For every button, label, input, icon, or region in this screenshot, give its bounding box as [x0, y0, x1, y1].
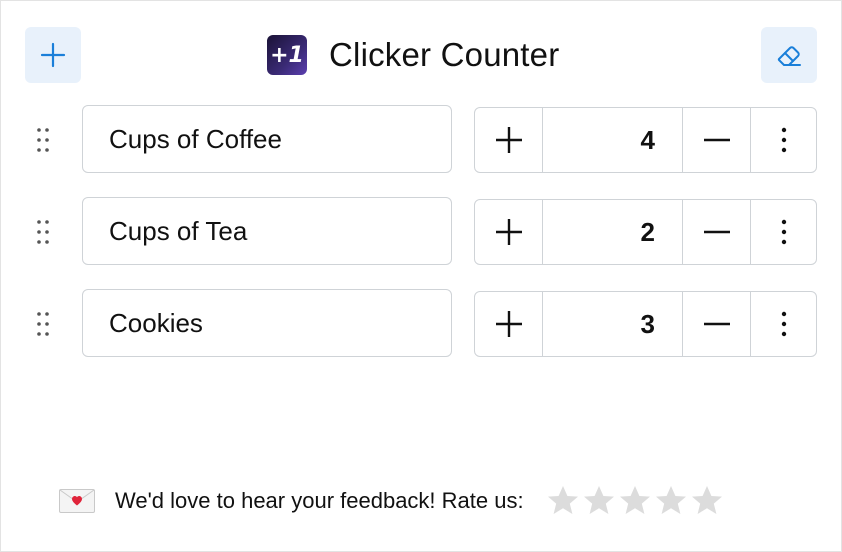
counter-row: Cups of Coffee 4 [1, 105, 841, 175]
star-icon[interactable] [582, 484, 616, 518]
plus-icon [495, 311, 522, 337]
clear-button[interactable] [761, 27, 817, 83]
decrement-button[interactable] [683, 200, 751, 264]
counter-control: 2 [474, 199, 817, 265]
app-logo-text: +1 [270, 42, 304, 68]
drag-handle-icon[interactable] [35, 311, 51, 337]
app-logo: +1 [267, 35, 307, 75]
minus-icon [703, 322, 730, 326]
star-icon[interactable] [546, 484, 580, 518]
increment-button[interactable] [475, 108, 543, 172]
feedback-bar: We'd love to hear your feedback! Rate us… [59, 481, 726, 521]
app-header: +1 Clicker Counter [267, 34, 559, 76]
decrement-button[interactable] [683, 292, 751, 356]
feedback-text: We'd love to hear your feedback! Rate us… [115, 488, 524, 513]
decrement-button[interactable] [683, 108, 751, 172]
counter-value: 3 [543, 292, 683, 356]
counter-row: Cookies 3 [1, 289, 841, 359]
increment-button[interactable] [475, 292, 543, 356]
counter-name-input[interactable]: Cookies [82, 289, 452, 357]
more-options-button[interactable] [751, 108, 816, 172]
love-letter-icon [59, 489, 95, 513]
minus-icon [703, 138, 730, 142]
counter-name-input[interactable]: Cups of Coffee [82, 105, 452, 173]
counter-control: 3 [474, 291, 817, 357]
counter-row: Cups of Tea 2 [1, 197, 841, 267]
increment-button[interactable] [475, 200, 543, 264]
minus-icon [703, 230, 730, 234]
counter-value: 2 [543, 200, 683, 264]
plus-icon [40, 42, 66, 68]
more-vertical-icon [781, 311, 786, 337]
star-icon[interactable] [690, 484, 724, 518]
star-icon[interactable] [618, 484, 652, 518]
drag-handle-icon[interactable] [35, 127, 51, 153]
rating-stars [546, 484, 726, 518]
eraser-icon [777, 46, 801, 66]
drag-handle-icon[interactable] [35, 219, 51, 245]
star-icon[interactable] [654, 484, 688, 518]
counter-value: 4 [543, 108, 683, 172]
counter-control: 4 [474, 107, 817, 173]
more-options-button[interactable] [751, 200, 816, 264]
counter-name-input[interactable]: Cups of Tea [82, 197, 452, 265]
more-vertical-icon [781, 127, 786, 153]
plus-icon [495, 127, 522, 153]
page-title: Clicker Counter [329, 36, 560, 73]
plus-icon [495, 219, 522, 245]
app-window: +1 Clicker Counter Cups of Coffee 4 Cups… [0, 0, 842, 552]
more-options-button[interactable] [751, 292, 816, 356]
more-vertical-icon [781, 219, 786, 245]
add-counter-button[interactable] [25, 27, 81, 83]
